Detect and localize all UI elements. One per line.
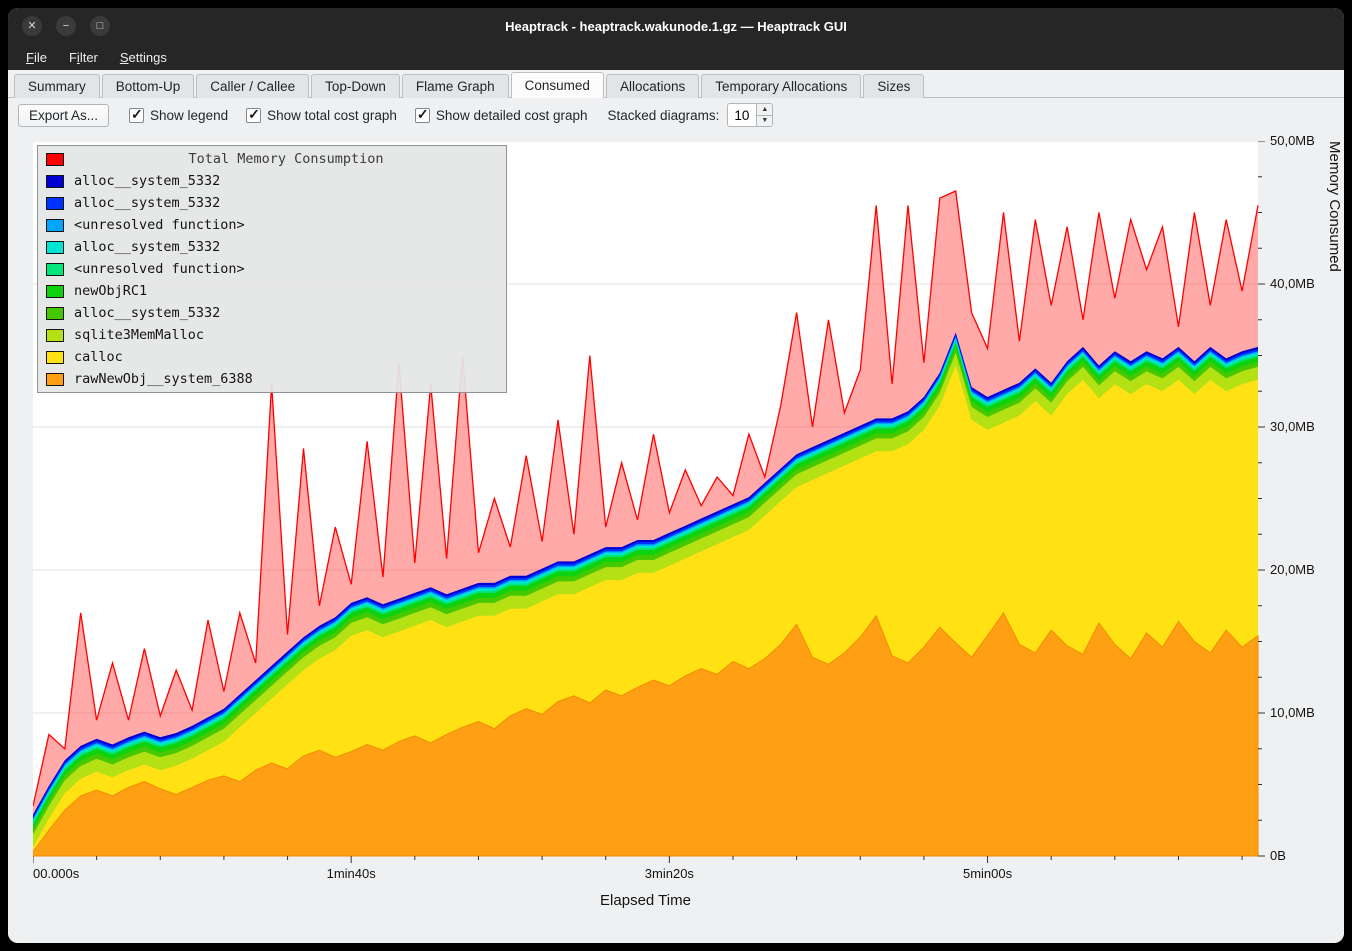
y-axis-tick-label: 40,0MB bbox=[1270, 276, 1315, 291]
checkbox-show-detailed-cost-graph[interactable]: Show detailed cost graph bbox=[415, 108, 588, 123]
y-axis-title: Memory Consumed bbox=[1326, 141, 1343, 856]
legend-item: calloc bbox=[41, 346, 503, 368]
tab-flame-graph[interactable]: Flame Graph bbox=[402, 74, 509, 98]
legend-title: Total Memory Consumption bbox=[74, 151, 498, 167]
legend-item: rawNewObj__system_6388 bbox=[41, 368, 503, 390]
chart-legend: Total Memory Consumption alloc__system_5… bbox=[37, 145, 507, 393]
legend-title-row: Total Memory Consumption bbox=[41, 148, 503, 170]
legend-label: <unresolved function> bbox=[74, 217, 245, 233]
legend-swatch bbox=[46, 285, 64, 298]
x-axis-tick-label: 3min20s bbox=[645, 866, 694, 881]
legend-swatch bbox=[46, 351, 64, 364]
tab-summary[interactable]: Summary bbox=[14, 74, 100, 98]
y-axis-tick-label: 20,0MB bbox=[1270, 562, 1315, 577]
toolbar: Export As... Show legend Show total cost … bbox=[8, 98, 1344, 132]
spin-up-icon: ▲ bbox=[761, 106, 768, 113]
spin-up-button[interactable]: ▲ bbox=[757, 104, 772, 116]
y-axis-tick-label: 30,0MB bbox=[1270, 419, 1315, 434]
legend-label: sqlite3MemMalloc bbox=[74, 327, 204, 343]
legend-title-swatch bbox=[46, 153, 64, 166]
checkbox-label: Show detailed cost graph bbox=[436, 108, 588, 123]
y-axis-tick-label: 10,0MB bbox=[1270, 705, 1315, 720]
legend-item: newObjRC1 bbox=[41, 280, 503, 302]
legend-label: alloc__system_5332 bbox=[74, 195, 220, 211]
legend-item: alloc__system_5332 bbox=[41, 192, 503, 214]
stacked-diagrams-input[interactable] bbox=[728, 104, 756, 126]
stacked-diagrams-spinbox: ▲ ▼ bbox=[727, 103, 773, 127]
maximize-button[interactable]: □ bbox=[90, 16, 110, 36]
legend-item: alloc__system_5332 bbox=[41, 302, 503, 324]
checkbox-group: Show legend Show total cost graph Show det… bbox=[129, 108, 588, 123]
titlebar[interactable]: ✕ − □ Heaptrack - heaptrack.wakunode.1.g… bbox=[8, 8, 1344, 44]
tab-sizes[interactable]: Sizes bbox=[863, 74, 924, 98]
tab-temporary-allocations[interactable]: Temporary Allocations bbox=[701, 74, 861, 98]
menu-settings[interactable]: Settings bbox=[110, 47, 177, 68]
window-controls: ✕ − □ bbox=[8, 16, 110, 36]
checkbox-icon bbox=[129, 108, 144, 123]
tab-caller-callee[interactable]: Caller / Callee bbox=[196, 74, 309, 98]
y-axis-tick-label: 50,0MB bbox=[1270, 133, 1315, 148]
legend-swatch bbox=[46, 197, 64, 210]
export-as-button[interactable]: Export As... bbox=[18, 104, 109, 127]
tab-bar: SummaryBottom-UpCaller / CalleeTop-DownF… bbox=[8, 70, 1344, 98]
legend-swatch bbox=[46, 263, 64, 276]
checkbox-icon bbox=[246, 108, 261, 123]
menubar: FileFilterSettings bbox=[8, 44, 1344, 70]
menu-file[interactable]: File bbox=[16, 47, 57, 68]
checkbox-show-total-cost-graph[interactable]: Show total cost graph bbox=[246, 108, 397, 123]
legend-item: alloc__system_5332 bbox=[41, 170, 503, 192]
legend-label: <unresolved function> bbox=[74, 261, 245, 277]
legend-swatch bbox=[46, 373, 64, 386]
stacked-diagrams-control: Stacked diagrams: ▲ ▼ bbox=[608, 103, 774, 127]
legend-item: <unresolved function> bbox=[41, 214, 503, 236]
legend-swatch bbox=[46, 175, 64, 188]
legend-swatch bbox=[46, 307, 64, 320]
legend-label: rawNewObj__system_6388 bbox=[74, 371, 253, 387]
legend-label: alloc__system_5332 bbox=[74, 305, 220, 321]
legend-item: <unresolved function> bbox=[41, 258, 503, 280]
spin-down-button[interactable]: ▼ bbox=[757, 116, 772, 127]
y-axis-tick-label: 0B bbox=[1270, 848, 1286, 863]
tab-allocations[interactable]: Allocations bbox=[606, 74, 699, 98]
legend-swatch bbox=[46, 329, 64, 342]
tab-bottom-up[interactable]: Bottom-Up bbox=[102, 74, 195, 98]
legend-label: newObjRC1 bbox=[74, 283, 147, 299]
x-axis-tick-label: 5min00s bbox=[963, 866, 1012, 881]
x-axis-tick-label: 1min40s bbox=[327, 866, 376, 881]
maximize-icon: □ bbox=[97, 21, 104, 32]
stacked-diagrams-label: Stacked diagrams: bbox=[608, 108, 720, 123]
menu-filter[interactable]: Filter bbox=[59, 47, 108, 68]
x-axis-title: Elapsed Time bbox=[33, 892, 1258, 909]
tab-consumed[interactable]: Consumed bbox=[511, 72, 604, 98]
close-icon: ✕ bbox=[27, 21, 36, 32]
minimize-button[interactable]: − bbox=[56, 16, 76, 36]
checkbox-label: Show total cost graph bbox=[267, 108, 397, 123]
checkbox-label: Show legend bbox=[150, 108, 228, 123]
close-button[interactable]: ✕ bbox=[22, 16, 42, 36]
legend-swatch bbox=[46, 219, 64, 232]
legend-item: alloc__system_5332 bbox=[41, 236, 503, 258]
checkbox-show-legend[interactable]: Show legend bbox=[129, 108, 228, 123]
tab-top-down[interactable]: Top-Down bbox=[311, 74, 400, 98]
checkbox-icon bbox=[415, 108, 430, 123]
chart-region: 50,0MB 40,0MB 30,0MB 20,0MB 10,0MB 0B 00.000s… bbox=[8, 132, 1344, 943]
legend-swatch bbox=[46, 241, 64, 254]
spin-down-icon: ▼ bbox=[761, 117, 768, 124]
legend-item: sqlite3MemMalloc bbox=[41, 324, 503, 346]
legend-label: alloc__system_5332 bbox=[74, 239, 220, 255]
legend-label: alloc__system_5332 bbox=[74, 173, 220, 189]
heaptrack-window: ✕ − □ Heaptrack - heaptrack.wakunode.1.g… bbox=[8, 8, 1344, 943]
window-title: Heaptrack - heaptrack.wakunode.1.gz — He… bbox=[8, 19, 1344, 34]
legend-label: calloc bbox=[74, 349, 123, 365]
minimize-icon: − bbox=[63, 21, 69, 32]
x-axis-tick-label: 00.000s bbox=[33, 866, 79, 881]
